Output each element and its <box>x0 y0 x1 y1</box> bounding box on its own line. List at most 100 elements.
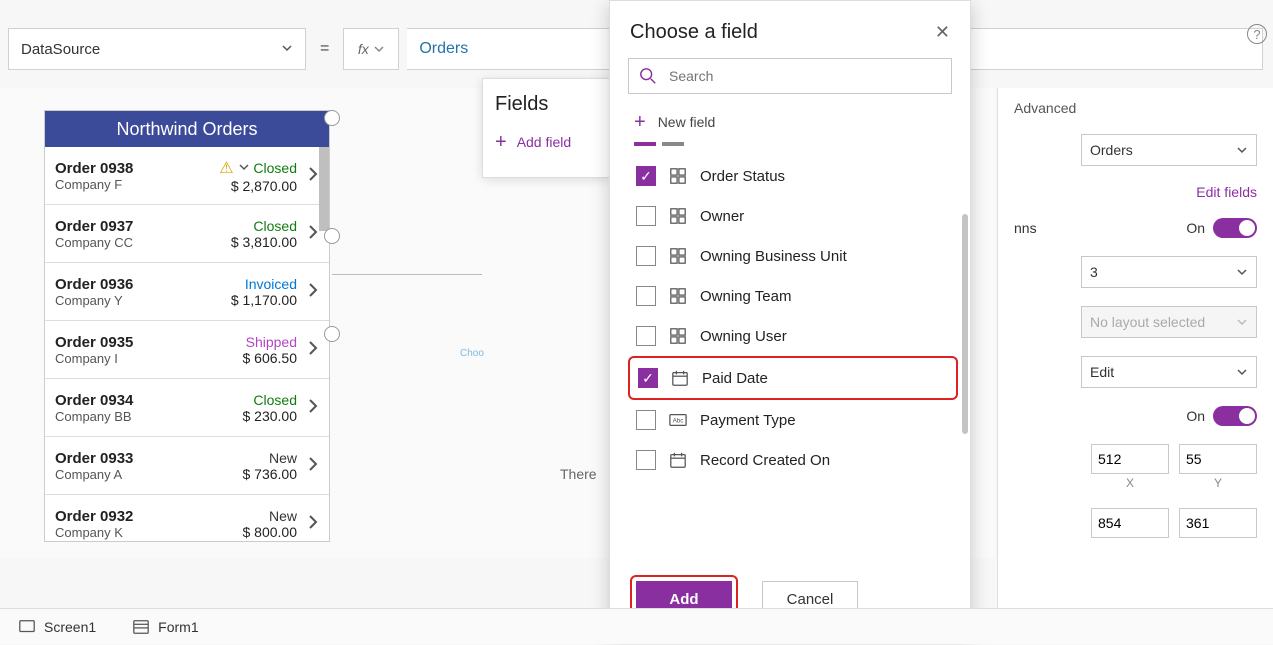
fields-panel: Fields + Add field <box>482 78 610 178</box>
tab-form1[interactable]: Form1 <box>114 609 216 644</box>
checkbox[interactable] <box>636 326 656 346</box>
order-item[interactable]: Order 0938 Company F ⚠ Closed $ 2,870.00 <box>45 147 329 205</box>
calendar-icon <box>670 368 690 388</box>
filter-tabs[interactable] <box>610 140 970 152</box>
field-label: Paid Date <box>702 370 768 387</box>
chevron-down-icon <box>373 43 385 55</box>
order-status: New <box>243 508 298 524</box>
field-row[interactable]: ✓ Paid Date <box>628 356 958 400</box>
field-label: Order Status <box>700 168 785 185</box>
order-item[interactable]: Order 0937 Company CC Closed $ 3,810.00 <box>45 205 329 263</box>
plus-icon: + <box>634 112 646 132</box>
field-search[interactable] <box>628 58 952 94</box>
x-input[interactable] <box>1091 508 1169 538</box>
edit-fields-link[interactable]: Edit fields <box>1196 184 1257 200</box>
property-name: DataSource <box>21 41 100 58</box>
checkbox[interactable] <box>636 410 656 430</box>
placeholder-text: Choo <box>460 348 484 359</box>
add-field-label: Add field <box>517 134 571 150</box>
add-field-button[interactable]: + Add field <box>495 132 597 152</box>
order-status: ⚠ Closed <box>215 158 297 178</box>
field-row[interactable]: Owning Business Unit <box>628 236 964 276</box>
field-row[interactable]: Record Created On <box>628 440 964 480</box>
y-axis-label: Y <box>1179 476 1257 490</box>
field-label: Owning Business Unit <box>700 248 847 265</box>
width-input[interactable] <box>1091 444 1169 474</box>
tab-advanced[interactable]: Advanced <box>1014 100 1257 116</box>
checkbox[interactable] <box>636 450 656 470</box>
form-icon <box>132 618 150 636</box>
layout-select[interactable]: No layout selected <box>1081 306 1257 338</box>
field-row[interactable]: Owning User <box>628 316 964 356</box>
order-company: Company F <box>55 177 133 192</box>
chevron-down-icon <box>1236 266 1248 278</box>
chevron-right-icon <box>307 454 319 477</box>
order-item[interactable]: Order 0936 Company Y Invoiced $ 1,170.00 <box>45 263 329 321</box>
order-title: Order 0932 <box>55 508 133 525</box>
checkbox[interactable] <box>636 246 656 266</box>
chevron-right-icon <box>307 280 319 303</box>
order-amount: $ 606.50 <box>243 350 298 366</box>
resize-handle[interactable] <box>324 110 340 126</box>
order-title: Order 0935 <box>55 334 133 351</box>
snap-toggle[interactable] <box>1213 218 1257 238</box>
warning-icon: ⚠ <box>219 160 233 177</box>
checkbox[interactable]: ✓ <box>636 166 656 186</box>
order-company: Company K <box>55 525 133 540</box>
columns-select[interactable]: 3 <box>1081 256 1257 288</box>
checkbox[interactable] <box>636 206 656 226</box>
choose-field-title: Choose a field <box>630 21 758 44</box>
scrollbar[interactable] <box>319 147 329 231</box>
tab-label: Form1 <box>158 619 198 635</box>
form-empty-text: There <box>560 466 597 482</box>
field-list: ✓ Order Status Owner Owning Business Uni… <box>610 152 970 484</box>
close-icon[interactable]: ✕ <box>935 22 950 43</box>
order-company: Company A <box>55 467 133 482</box>
order-amount: $ 800.00 <box>243 524 298 540</box>
height-input[interactable] <box>1179 444 1257 474</box>
help-icon[interactable]: ? <box>1247 24 1267 44</box>
field-row[interactable]: ✓ Order Status <box>628 156 964 196</box>
datasource-select[interactable]: Orders <box>1081 134 1257 166</box>
checkbox[interactable] <box>636 286 656 306</box>
default-mode-select[interactable]: Edit <box>1081 356 1257 388</box>
chevron-down-icon <box>1236 366 1248 378</box>
fx-label: fx <box>358 41 369 57</box>
chevron-down-icon <box>1236 316 1248 328</box>
order-item[interactable]: Order 0932 Company K New $ 800.00 <box>45 495 329 542</box>
resize-handle[interactable] <box>324 326 340 342</box>
y-input[interactable] <box>1179 508 1257 538</box>
field-row[interactable]: Owner <box>628 196 964 236</box>
order-item[interactable]: Order 0934 Company BB Closed $ 230.00 <box>45 379 329 437</box>
chevron-right-icon <box>307 222 319 245</box>
fx-button[interactable]: fx <box>343 28 399 70</box>
field-row[interactable]: Owning Team <box>628 276 964 316</box>
new-field-button[interactable]: + New field <box>610 104 970 140</box>
resize-handle[interactable] <box>324 228 340 244</box>
chevron-right-icon <box>307 396 319 419</box>
breadcrumb-tabs: Screen1 Form1 <box>0 608 1273 644</box>
order-company: Company BB <box>55 409 133 424</box>
order-company: Company I <box>55 351 133 366</box>
formula-text: Orders <box>419 40 468 58</box>
order-gallery[interactable]: Northwind Orders Order 0938 Company F ⚠ … <box>44 110 330 542</box>
field-row[interactable]: Abc Payment Type <box>628 400 964 440</box>
scrollbar[interactable] <box>962 214 968 434</box>
tab-screen1[interactable]: Screen1 <box>0 609 114 644</box>
chevron-down-icon <box>238 161 250 173</box>
visible-toggle[interactable] <box>1213 406 1257 426</box>
chevron-right-icon <box>307 338 319 361</box>
property-dropdown[interactable]: DataSource <box>8 28 306 70</box>
order-company: Company CC <box>55 235 133 250</box>
checkbox[interactable]: ✓ <box>638 368 658 388</box>
chevron-down-icon <box>281 41 293 58</box>
lookup-icon <box>668 206 688 226</box>
order-item[interactable]: Order 0935 Company I Shipped $ 606.50 <box>45 321 329 379</box>
columns-value: 3 <box>1090 264 1098 280</box>
order-status: Invoiced <box>231 276 297 292</box>
chevron-right-icon <box>307 164 319 187</box>
order-item[interactable]: Order 0933 Company A New $ 736.00 <box>45 437 329 495</box>
properties-pane: ? Advanced Orders Edit fields nns On 3 N… <box>997 88 1273 636</box>
search-input[interactable] <box>667 67 941 85</box>
chevron-right-icon <box>307 512 319 535</box>
